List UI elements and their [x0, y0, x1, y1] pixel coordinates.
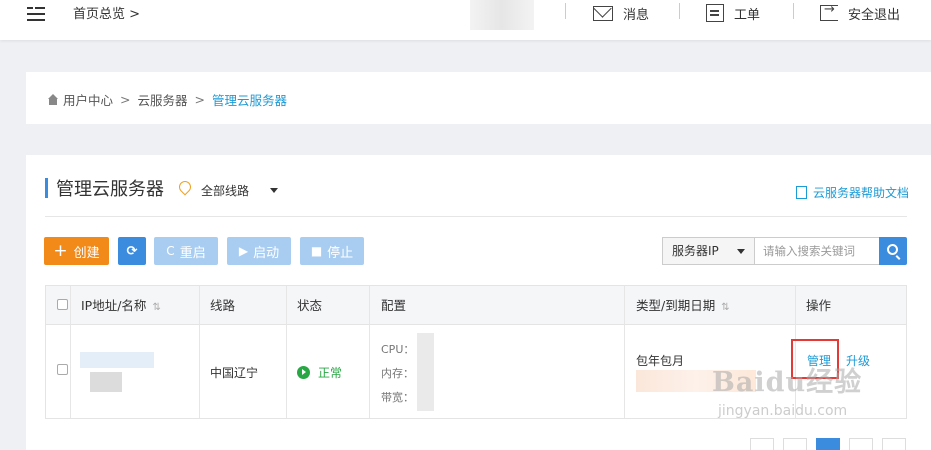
- chevron-down-icon: [737, 249, 745, 254]
- th-ops: 操作: [806, 298, 832, 313]
- th-ip[interactable]: IP地址/名称 ⇅: [81, 286, 161, 325]
- chevron-down-icon[interactable]: [270, 188, 278, 193]
- row-type: 包年包月: [636, 354, 685, 368]
- page-button[interactable]: [783, 438, 807, 450]
- breadcrumb-home[interactable]: 用户中心: [63, 90, 113, 109]
- create-button[interactable]: + 创建: [44, 237, 109, 265]
- document-icon: [795, 186, 807, 199]
- menu-collapse-icon[interactable]: [27, 6, 45, 22]
- refresh-button[interactable]: ⟳: [118, 237, 146, 265]
- breadcrumb-panel: 用户中心 > 云服务器 > 管理云服务器: [26, 72, 931, 124]
- row-line: 中国辽宁: [210, 366, 259, 380]
- blurred-name: [90, 372, 122, 392]
- th-config: 配置: [381, 298, 407, 313]
- create-label: 创建: [73, 245, 100, 261]
- running-icon: [297, 366, 310, 379]
- blurred-area: [470, 0, 534, 30]
- sort-icon[interactable]: ⇅: [721, 288, 729, 327]
- start-label: 启动: [253, 245, 280, 261]
- messages-link[interactable]: 消息: [593, 0, 649, 26]
- breadcrumb-cloud-server[interactable]: 云服务器: [138, 90, 188, 109]
- breadcrumb-sep: >: [120, 92, 131, 107]
- page-prev-button[interactable]: [750, 438, 774, 450]
- divider: [565, 3, 566, 19]
- table-header: IP地址/名称 ⇅ 线路 状态 配置 类型/到期日期 ⇅ 操作: [46, 286, 906, 325]
- play-icon: ▶: [238, 244, 249, 258]
- watermark-logo: Baidu经验: [712, 367, 863, 398]
- status-label: 正常: [318, 366, 343, 380]
- refresh-icon: ⟳: [126, 243, 138, 259]
- ticket-icon: [706, 4, 724, 22]
- line-filter[interactable]: 全部线路: [201, 182, 249, 199]
- stop-label: 停止: [327, 245, 354, 261]
- logout-label: 安全退出: [848, 7, 901, 23]
- config-bandwidth: 带宽：: [381, 391, 414, 404]
- search-field-value: 服务器IP: [672, 244, 719, 258]
- page-next-button[interactable]: [882, 438, 906, 450]
- page-current-button[interactable]: [816, 438, 840, 450]
- page-button[interactable]: [849, 438, 873, 450]
- divider: [45, 216, 907, 217]
- th-status: 状态: [297, 298, 323, 313]
- stop-button[interactable]: ■ 停止: [300, 237, 364, 265]
- logout-icon: [820, 2, 838, 21]
- plus-icon: +: [53, 241, 68, 261]
- location-pin-icon: [176, 178, 194, 196]
- column-divider: [199, 286, 200, 418]
- search-icon: [887, 244, 898, 255]
- config-memory: 内存：: [381, 367, 414, 380]
- column-divider: [286, 286, 287, 418]
- search-input[interactable]: 请输入搜索关键词: [755, 237, 880, 265]
- breadcrumb-current: 管理云服务器: [212, 93, 288, 108]
- status-badge: 正常: [297, 364, 342, 381]
- mail-icon: [593, 5, 613, 21]
- row-checkbox[interactable]: [57, 364, 68, 375]
- th-ip-label: IP地址/名称: [81, 298, 147, 313]
- restart-label: 重启: [179, 245, 206, 261]
- search-button[interactable]: [879, 237, 907, 265]
- config-cpu: CPU：: [381, 343, 415, 356]
- watermark-url: jingyan.baidu.com: [718, 403, 848, 419]
- top-breadcrumb[interactable]: 首页总览 >: [73, 3, 140, 22]
- blurred-ip: [80, 352, 154, 368]
- home-icon: [47, 94, 59, 105]
- top-bar: 首页总览 > 消息 工单 安全退出: [0, 0, 931, 40]
- divider: [679, 3, 680, 19]
- restart-icon: C: [166, 244, 175, 258]
- breadcrumb: 用户中心 > 云服务器 > 管理云服务器: [47, 90, 287, 109]
- tickets-label: 工单: [734, 7, 761, 23]
- page-title: 管理云服务器: [56, 179, 164, 200]
- divider: [793, 3, 794, 19]
- column-divider: [624, 286, 625, 418]
- logout-link[interactable]: 安全退出: [820, 0, 900, 26]
- title-accent: [45, 178, 48, 198]
- help-doc-label: 云服务器帮助文档: [812, 186, 909, 200]
- search-field-select[interactable]: 服务器IP: [662, 237, 755, 265]
- column-divider: [369, 286, 370, 418]
- sort-icon[interactable]: ⇅: [152, 288, 160, 327]
- th-type-label: 类型/到期日期: [636, 298, 716, 313]
- breadcrumb-sep: >: [194, 92, 205, 107]
- restart-button[interactable]: C 重启: [154, 237, 218, 265]
- select-all-checkbox[interactable]: [57, 299, 68, 310]
- help-doc-link[interactable]: 云服务器帮助文档: [795, 184, 909, 201]
- start-button[interactable]: ▶ 启动: [227, 237, 291, 265]
- column-divider: [70, 286, 71, 418]
- tickets-link[interactable]: 工单: [706, 0, 760, 26]
- th-line: 线路: [210, 298, 236, 313]
- th-type[interactable]: 类型/到期日期 ⇅: [636, 286, 730, 325]
- stop-icon: ■: [310, 244, 323, 258]
- messages-label: 消息: [623, 7, 650, 23]
- blurred-config: [417, 333, 434, 411]
